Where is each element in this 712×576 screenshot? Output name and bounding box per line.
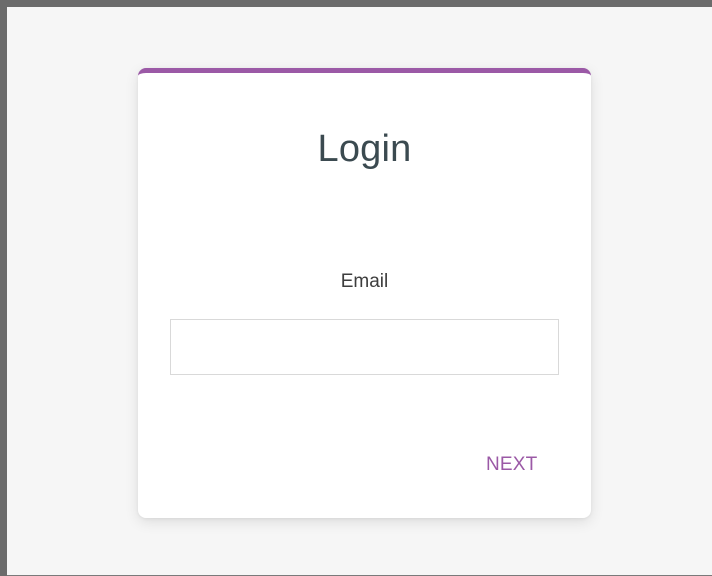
login-title: Login [317,128,412,170]
email-field[interactable] [170,319,559,375]
page-background: Login Email NEXT [7,7,712,576]
login-card: Login Email NEXT [138,68,591,518]
email-label: Email [340,271,389,292]
next-button[interactable]: NEXT [480,449,543,481]
